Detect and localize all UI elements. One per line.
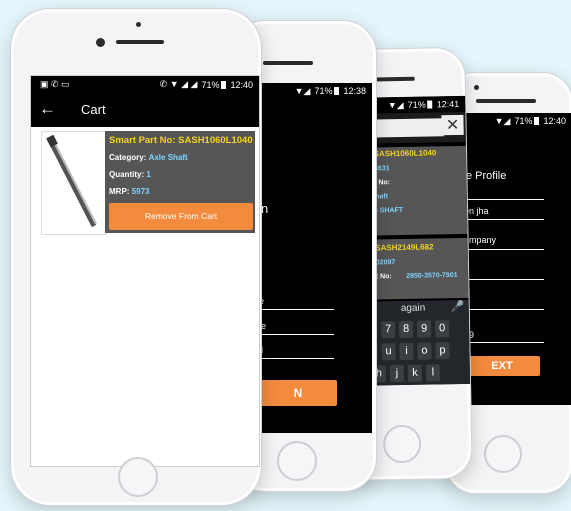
speaker	[116, 40, 164, 44]
profile-screen: ▼◢ 71% 12:40 e Profile en jha ompany 59 …	[464, 113, 571, 405]
key[interactable]: j	[389, 364, 405, 383]
product-image	[41, 131, 107, 235]
field-3[interactable]	[464, 279, 544, 280]
battery-icon	[427, 100, 433, 109]
key[interactable]: 8	[398, 320, 414, 339]
signal-icon: ▼◢	[294, 85, 311, 96]
input-field[interactable]	[259, 358, 334, 359]
category-row: Category: Axle Shaft	[109, 153, 188, 162]
axle-shaft-image	[46, 134, 97, 228]
battery-icon	[334, 87, 340, 95]
part-number: Smart Part No: SASH1060L1040	[109, 135, 253, 146]
key[interactable]: o	[417, 342, 432, 360]
page-title: Cart	[81, 102, 106, 117]
phone-cart: ▣ ✆ ▭ ✆ ▼ ◢ ◢ 71% 12:40 ← Cart Smart Par…	[10, 8, 262, 506]
key[interactable]: 0	[434, 320, 450, 338]
home-button[interactable]	[118, 457, 158, 497]
key[interactable]: l	[425, 364, 441, 382]
key[interactable]: 7	[380, 321, 396, 339]
front-camera	[474, 85, 479, 90]
suggestion[interactable]: again	[401, 303, 426, 314]
remove-from-cart-button[interactable]: Remove From Cart	[109, 203, 253, 230]
key[interactable]: 9	[416, 320, 432, 338]
page-title: e Profile	[466, 170, 507, 182]
part-value: 2850-3570-7901	[406, 272, 458, 280]
app-bar: ← Cart	[31, 93, 259, 127]
name-underline	[464, 219, 544, 220]
company-field[interactable]	[464, 249, 544, 250]
mrp-row: MRP: 5973	[109, 187, 150, 196]
input-field[interactable]	[259, 334, 334, 335]
key[interactable]: p	[435, 342, 450, 360]
signal-icon: ▼◢	[387, 99, 404, 110]
close-icon[interactable]: ✕	[441, 114, 464, 136]
back-arrow-icon[interactable]: ←	[39, 99, 56, 119]
status-bar: ▼◢ 71% 12:38	[259, 83, 372, 99]
key[interactable]: k	[407, 364, 423, 382]
key[interactable]: u	[381, 343, 396, 361]
signal-icon: ✆ ▼ ◢ ◢	[159, 79, 198, 89]
front-camera	[96, 38, 105, 47]
home-button[interactable]	[484, 435, 522, 473]
proximity-sensor	[136, 22, 141, 27]
home-button[interactable]	[277, 441, 317, 481]
submit-button[interactable]: N	[259, 380, 337, 406]
quantity-row: Quantity: 1	[109, 170, 151, 179]
next-button[interactable]: EXT	[464, 356, 540, 376]
speaker	[263, 61, 313, 65]
page-heading: n	[261, 201, 269, 216]
cart-item-card: Smart Part No: SASH1060L1040 Category: A…	[105, 131, 255, 233]
input-field[interactable]	[259, 309, 334, 310]
name-field[interactable]	[464, 199, 544, 200]
battery-icon	[221, 80, 227, 89]
battery-icon	[534, 117, 540, 125]
status-bar: ▼◢ 71% 12:40	[464, 113, 571, 129]
mic-icon[interactable]: 🎤	[451, 300, 465, 313]
status-bar: ▣ ✆ ▭ ✆ ▼ ◢ ◢ 71% 12:40	[31, 76, 259, 93]
speaker	[476, 99, 536, 103]
home-button[interactable]	[382, 424, 422, 464]
company-value: ompany	[464, 235, 497, 245]
field-4[interactable]	[464, 309, 544, 310]
login-screen: ▼◢ 71% 12:38 n e le il N	[259, 83, 372, 433]
keyboard: d again 🎤 6 7 8 9 0 y u i o p h j k l	[360, 299, 471, 386]
notification-icons: ▣ ✆ ▭	[40, 79, 70, 89]
signal-icon: ▼◢	[494, 115, 511, 126]
key[interactable]: i	[399, 342, 414, 361]
cart-screen: ▣ ✆ ▭ ✆ ▼ ◢ ◢ 71% 12:40 ← Cart Smart Par…	[30, 75, 260, 467]
pin-field[interactable]	[464, 342, 544, 343]
